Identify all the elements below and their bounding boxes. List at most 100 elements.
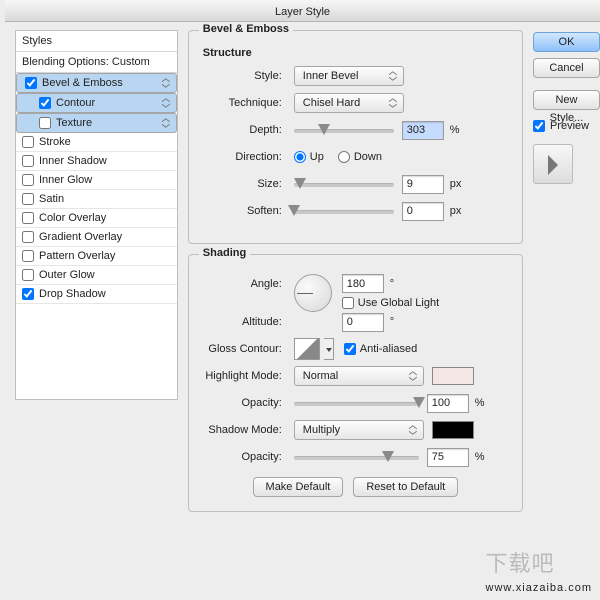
direction-up-radio[interactable] [294,151,306,163]
defaults-row: Make Default Reset to Default [199,476,512,498]
effect-checkbox[interactable] [22,269,34,281]
effect-label: Inner Shadow [39,155,107,167]
effect-inner-glow[interactable]: Inner Glow [16,171,177,190]
ok-button[interactable]: OK [533,32,600,52]
direction-up[interactable]: Up [294,151,324,163]
direction-label: Direction: [199,151,294,163]
effect-checkbox[interactable] [39,97,51,109]
direction-down-radio[interactable] [338,151,350,163]
effect-checkbox[interactable] [25,77,37,89]
shadow-opacity-input[interactable] [427,448,469,467]
effect-contour[interactable]: Contour [16,93,177,113]
use-global-checkbox[interactable] [342,297,354,309]
soften-row: Soften: px [199,200,512,222]
angle-label: Angle: [199,274,294,290]
effect-label: Inner Glow [39,174,92,186]
preview-check[interactable]: Preview [533,120,600,132]
cancel-button[interactable]: Cancel [533,58,600,78]
effect-bevel-emboss[interactable]: Bevel & Emboss [16,73,177,93]
effect-label: Satin [39,193,64,205]
style-row: Style: Inner Bevel [199,65,512,87]
effect-gradient-overlay[interactable]: Gradient Overlay [16,228,177,247]
effect-checkbox[interactable] [22,250,34,262]
shadow-opacity-slider[interactable] [294,450,419,464]
anti-aliased-checkbox[interactable] [344,343,356,355]
styles-column: Styles Blending Options: Custom Bevel & … [15,30,178,522]
gloss-contour-dropdown[interactable] [324,338,334,360]
shadow-mode-select[interactable]: Multiply [294,420,424,440]
make-default-button[interactable]: Make Default [253,477,344,497]
shadow-opacity-unit: % [475,451,485,463]
depth-slider[interactable] [294,123,394,137]
shadow-color-swatch[interactable] [432,421,474,439]
size-input[interactable] [402,175,444,194]
use-global-light[interactable]: Use Global Light [342,297,439,309]
reset-default-button[interactable]: Reset to Default [353,477,458,497]
effect-label: Drop Shadow [39,288,106,300]
new-style-button[interactable]: New Style... [533,90,600,110]
effect-pattern-overlay[interactable]: Pattern Overlay [16,247,177,266]
depth-label: Depth: [199,124,294,136]
shadow-opacity-row: Opacity: % [199,446,512,468]
preview-checkbox[interactable] [533,120,545,132]
effect-checkbox[interactable] [22,288,34,300]
effect-label: Color Overlay [39,212,106,224]
highlight-mode-select[interactable]: Normal [294,366,424,386]
altitude-row: Altitude: ° [199,311,512,333]
angle-input[interactable] [342,274,384,293]
depth-input[interactable] [402,121,444,140]
angle-dial[interactable] [294,274,332,312]
effect-drop-shadow[interactable]: Drop Shadow [16,285,177,304]
effect-inner-shadow[interactable]: Inner Shadow [16,152,177,171]
highlight-opacity-input[interactable] [427,394,469,413]
effect-checkbox[interactable] [22,212,34,224]
angle-deg: ° [390,278,394,290]
altitude-input[interactable] [342,313,384,332]
gloss-contour-picker[interactable] [294,338,320,360]
gloss-contour-row: Gloss Contour: Anti-aliased [199,338,512,360]
anti-aliased[interactable]: Anti-aliased [344,343,417,355]
effect-color-overlay[interactable]: Color Overlay [16,209,177,228]
highlight-opacity-unit: % [475,397,485,409]
style-select[interactable]: Inner Bevel [294,66,404,86]
technique-row: Technique: Chisel Hard [199,92,512,114]
effect-checkbox[interactable] [22,174,34,186]
effect-satin[interactable]: Satin [16,190,177,209]
window-titlebar: Layer Style [5,0,600,22]
gloss-contour-label: Gloss Contour: [199,343,294,355]
styles-header[interactable]: Styles [16,31,177,52]
layer-style-window: Layer Style Styles Blending Options: Cus… [5,0,600,600]
structure-subgroup: Structure Style: Inner Bevel Technique: … [199,47,512,231]
settings-column: Bevel & Emboss Structure Style: Inner Be… [188,30,523,522]
technique-select[interactable]: Chisel Hard [294,93,404,113]
highlight-color-swatch[interactable] [432,367,474,385]
effect-label: Texture [56,114,92,132]
effect-texture[interactable]: Texture [16,113,177,133]
preview-swatch[interactable] [533,144,573,184]
technique-label: Technique: [199,97,294,109]
effect-stroke[interactable]: Stroke [16,133,177,152]
depth-unit: % [450,124,460,136]
effect-checkbox[interactable] [22,193,34,205]
effect-label: Stroke [39,136,71,148]
size-slider[interactable] [294,177,394,191]
highlight-mode-label: Highlight Mode: [199,370,294,382]
effect-checkbox[interactable] [22,231,34,243]
highlight-opacity-slider[interactable] [294,396,419,410]
effect-checkbox[interactable] [22,155,34,167]
effect-checkbox[interactable] [22,136,34,148]
altitude-label: Altitude: [199,316,294,328]
effect-checkbox[interactable] [39,117,51,129]
watermark: 下载吧 www.xiazaiba.com [486,546,592,594]
style-label: Style: [199,70,294,82]
highlight-opacity-row: Opacity: % [199,392,512,414]
effect-label: Gradient Overlay [39,231,122,243]
direction-down[interactable]: Down [338,151,382,163]
blending-options[interactable]: Blending Options: Custom [16,52,177,73]
shading-group: Shading Angle: ° Use Global Light [188,254,523,512]
soften-input[interactable] [402,202,444,221]
effect-label: Outer Glow [39,269,95,281]
effect-outer-glow[interactable]: Outer Glow [16,266,177,285]
soften-slider[interactable] [294,204,394,218]
highlight-opacity-label: Opacity: [199,397,294,409]
